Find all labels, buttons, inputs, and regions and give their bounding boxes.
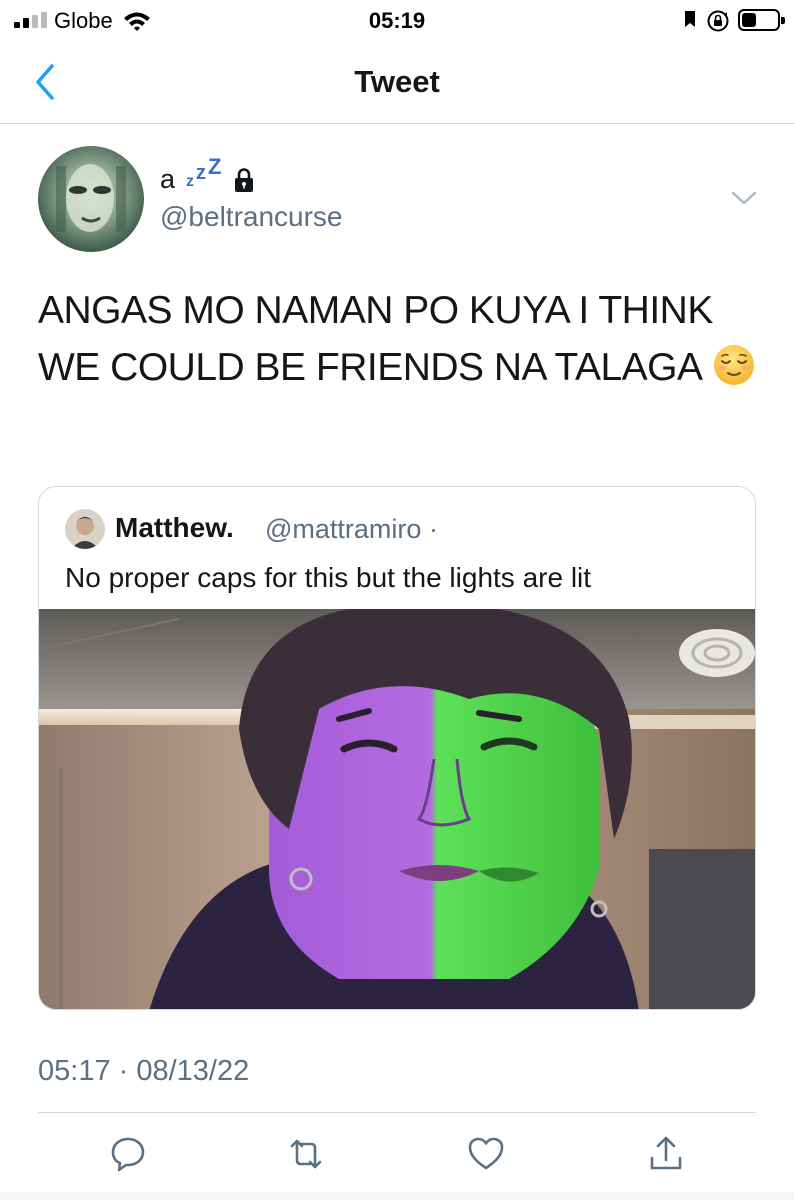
quoted-author-avatar: [65, 509, 105, 549]
svg-text:Z: Z: [208, 158, 221, 179]
tweet-timestamp: 05:17 · 08/13/22: [38, 1055, 250, 1087]
status-bar: Globe 05:19: [0, 0, 794, 40]
bookmark-icon: [685, 11, 695, 27]
author-avatar[interactable]: [38, 146, 144, 252]
rotation-lock-icon: [707, 10, 729, 32]
relieved-face-emoji: [713, 345, 754, 385]
svg-text:z: z: [186, 173, 194, 188]
status-time: 05:19: [368, 8, 426, 33]
chevron-down-icon[interactable]: [730, 188, 758, 208]
bottom-strip: [0, 1192, 794, 1200]
quoted-separator: ·: [428, 514, 438, 544]
zzz-emoji: z z Z: [186, 158, 221, 188]
reply-icon[interactable]: [108, 1134, 148, 1174]
tweet-text: ANGAS MO NAMAN PO KUYA I THINK WE COULD …: [38, 282, 758, 396]
quoted-tweet-text: No proper caps for this but the lights a…: [65, 562, 592, 593]
quoted-display-name: Matthew.: [115, 512, 234, 543]
nav-bar: Tweet: [0, 40, 794, 124]
heart-icon[interactable]: [466, 1134, 506, 1174]
tweet-text-body: ANGAS MO NAMAN PO KUYA I THINK WE COULD …: [38, 289, 713, 389]
page-title: Tweet: [354, 64, 440, 99]
quoted-tweet-card[interactable]: Matthew. @mattramiro · No proper caps fo…: [38, 486, 756, 1010]
battery-icon: [738, 9, 785, 31]
quoted-handle: @mattramiro: [265, 514, 422, 544]
retweet-icon[interactable]: [286, 1134, 326, 1174]
quoted-handle-line: @mattramiro ·: [265, 514, 438, 545]
divider: [38, 1112, 756, 1113]
share-icon[interactable]: [646, 1134, 686, 1174]
quoted-photo[interactable]: [39, 609, 756, 1010]
protected-lock-icon: [235, 168, 253, 192]
svg-text:z: z: [196, 162, 206, 184]
author-handle[interactable]: @beltrancurse: [160, 201, 343, 233]
author-display-name[interactable]: a: [160, 164, 175, 195]
